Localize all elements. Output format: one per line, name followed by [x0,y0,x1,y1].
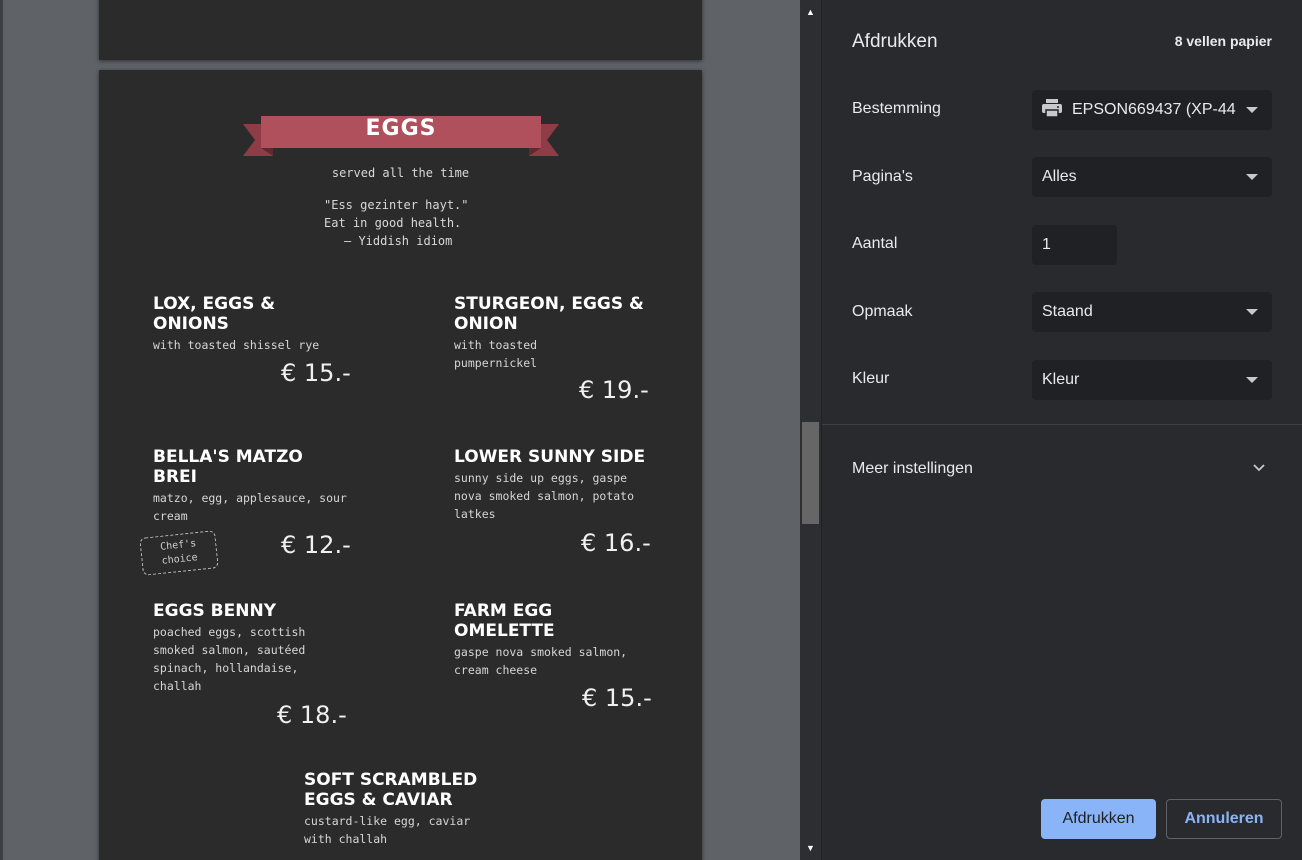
layout-select[interactable]: Staand [1032,292,1272,332]
destination-value: EPSON669437 (XP-44 [1072,101,1236,118]
divider [822,424,1302,425]
print-settings-panel: Afdrukken 8 vellen papier Bestemming EPS… [822,0,1302,860]
destination-select[interactable]: EPSON669437 (XP-44 [1032,90,1272,130]
menu-item-name: FARM EGG OMELETTE [454,601,555,641]
section-subtitle: served all the time [331,166,470,180]
banner-title: EGGS [365,116,437,141]
copies-input[interactable]: 1 [1032,225,1117,265]
layout-label: Opmaak [852,303,913,320]
menu-item-description: with toasted shissel rye [153,338,320,352]
quote-attribution: — Yiddish idiom [344,234,453,248]
menu-item-price: € 15.- [281,359,351,387]
menu-item-description: custard-like egg, caviar with challah [304,814,471,846]
sheet-count: 8 vellen papier [1174,33,1272,49]
menu-item-name: BELLA'S MATZO BREI [153,447,303,487]
menu-item: EGGS BENNY poached eggs, scottish smoked… [153,601,353,695]
destination-label: Bestemming [852,100,941,117]
menu-item-name: LOX, EGGS & ONIONS [153,294,276,334]
menu-item-description: gaspe nova smoked salmon, cream cheese [454,645,628,677]
print-button[interactable]: Afdrukken [1041,799,1156,839]
dropdown-arrow-icon [1246,377,1258,383]
preview-page-previous [99,0,702,60]
menu-item: LOX, EGGS & ONIONS with toasted shissel … [153,294,323,354]
quote-line: Eat in good health. [324,216,462,230]
menu-item-description: with toasted pumpernickel [454,338,538,370]
menu-item-price: € 18.- [277,701,347,729]
chefs-choice-badge: Chef's choice [139,530,219,576]
scroll-down-arrow-icon[interactable]: ▼ [800,836,821,860]
menu-item-name: SOFT SCRAMBLED EGGS & CAVIAR [304,770,478,810]
chevron-down-icon[interactable] [1252,461,1266,475]
cancel-button[interactable]: Annuleren [1166,799,1282,839]
preview-scrollbar[interactable]: ▲ ▼ [800,0,821,860]
pages-select[interactable]: Alles [1032,157,1272,197]
menu-item-price: € 15.- [582,684,652,712]
print-preview-area: EGGS served all the time "Ess gezinter h… [0,0,800,860]
layout-value: Staand [1042,303,1093,320]
printer-icon [1042,98,1062,117]
color-label: Kleur [852,370,890,387]
more-settings-toggle[interactable]: Meer instellingen [852,460,973,478]
quote-line: "Ess gezinter hayt." [324,198,469,212]
pages-label: Pagina's [852,168,913,185]
scrollbar-thumb[interactable] [802,422,819,524]
menu-item-price: € 16.- [581,529,651,557]
menu-item: LOWER SUNNY SIDE sunny side up eggs, gas… [454,447,654,523]
menu-item-name: EGGS BENNY [153,601,277,621]
copies-label: Aantal [852,235,898,252]
dropdown-arrow-icon [1246,174,1258,180]
menu-item: SOFT SCRAMBLED EGGS & CAVIAR custard-lik… [304,770,494,848]
menu-item-price: € 12.- [281,531,351,559]
menu-item: STURGEON, EGGS & ONION with toasted pump… [454,294,654,372]
menu-item: FARM EGG OMELETTE gaspe nova smoked salm… [454,601,654,679]
menu-item-name: STURGEON, EGGS & ONION [454,294,644,334]
menu-item-description: sunny side up eggs, gaspe nova smoked sa… [454,471,635,521]
menu-item-price: € 19.- [579,376,649,404]
window-edge [0,0,3,860]
menu-item-name: LOWER SUNNY SIDE [454,447,646,467]
menu-item-description: poached eggs, scottish smoked salmon, sa… [153,625,306,693]
dropdown-arrow-icon [1246,309,1258,315]
pages-value: Alles [1042,168,1077,185]
menu-item: BELLA'S MATZO BREI matzo, egg, applesauc… [153,447,347,525]
menu-item-description: matzo, egg, applesauce, sour cream [153,491,347,523]
scroll-up-arrow-icon[interactable]: ▲ [800,0,821,24]
preview-page: EGGS served all the time "Ess gezinter h… [99,70,702,860]
color-select[interactable]: Kleur [1032,360,1272,400]
panel-title: Afdrukken [852,31,938,52]
color-value: Kleur [1042,371,1080,388]
dropdown-arrow-icon [1246,107,1258,113]
